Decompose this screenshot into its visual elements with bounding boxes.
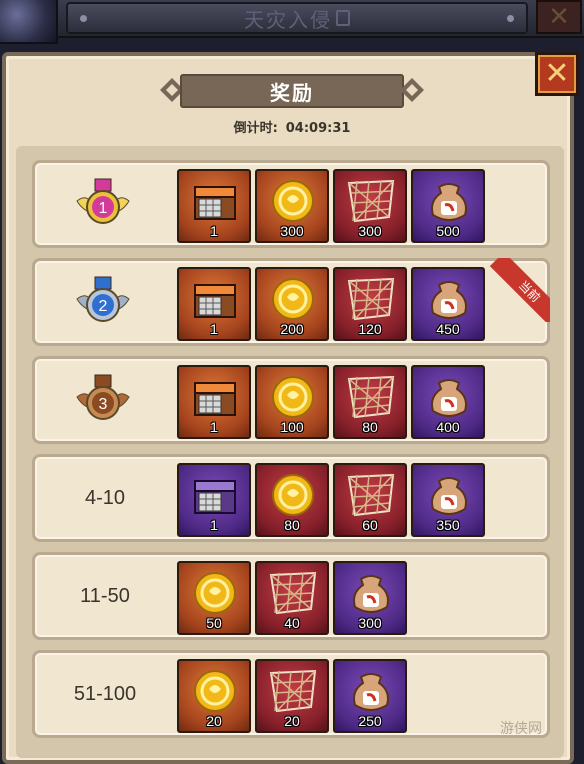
orange-chest-icon — [189, 275, 241, 323]
reward-quantity: 500 — [436, 223, 460, 239]
rivet-icon — [80, 15, 87, 22]
gold-coin-icon — [267, 471, 319, 519]
diamond-ornament-icon — [398, 76, 426, 104]
reward-quantity: 1 — [210, 321, 218, 337]
reward-item[interactable]: 50 — [177, 561, 251, 635]
reward-item[interactable]: 300 — [255, 169, 329, 243]
reward-item[interactable]: 500 — [411, 169, 485, 243]
rank-label: 11-50 — [80, 584, 130, 607]
pouch-icon — [423, 275, 475, 323]
pouch-icon — [423, 373, 475, 421]
rivet-icon — [507, 15, 514, 22]
gold-coin-icon — [189, 569, 241, 617]
medal-rank-number: 3 — [99, 396, 108, 413]
net-icon — [345, 177, 397, 225]
reward-quantity: 80 — [284, 517, 300, 533]
silver-medal-icon: 2 — [73, 273, 133, 333]
reward-quantity: 80 — [362, 419, 378, 435]
reward-item[interactable]: 80 — [255, 463, 329, 537]
reward-quantity: 100 — [280, 419, 304, 435]
reward-quantity: 450 — [436, 321, 460, 337]
reward-quantity: 40 — [284, 615, 300, 631]
reward-item[interactable]: 1 — [177, 267, 251, 341]
watermark: 游侠网 — [500, 721, 542, 737]
gold-coin-icon — [267, 373, 319, 421]
net-icon — [345, 275, 397, 323]
reward-row: 11-50 50 40 300 — [32, 552, 550, 640]
reward-quantity: 60 — [362, 517, 378, 533]
medal-rank-number: 1 — [99, 200, 108, 217]
reward-item[interactable]: 300 — [333, 169, 407, 243]
event-title-plate: 天灾入侵 — [66, 2, 528, 34]
current-rank-ribbon: 当前 — [486, 258, 550, 322]
reward-quantity: 1 — [210, 517, 218, 533]
reward-item[interactable]: 200 — [255, 267, 329, 341]
reward-item[interactable]: 1 — [177, 463, 251, 537]
reward-row: 2 1 200 120 450 当前 — [32, 258, 550, 346]
reward-item[interactable]: 1 — [177, 365, 251, 439]
dialog-title: 奖励 — [270, 80, 314, 105]
reward-quantity: 1 — [210, 419, 218, 435]
reward-quantity: 120 — [358, 321, 382, 337]
background-close-icon: ✕ — [536, 0, 582, 34]
reward-row: 4-10 1 80 60 350 — [32, 454, 550, 542]
reward-quantity: 50 — [206, 615, 222, 631]
reward-item[interactable]: 20 — [255, 659, 329, 733]
reward-item[interactable]: 100 — [255, 365, 329, 439]
net-icon — [267, 569, 319, 617]
reward-item[interactable]: 450 — [411, 267, 485, 341]
pouch-icon — [345, 569, 397, 617]
net-icon — [345, 471, 397, 519]
pouch-icon — [345, 667, 397, 715]
countdown-value: 04:09:31 — [285, 121, 351, 136]
bronze-medal-icon: 3 — [73, 371, 133, 431]
reward-item[interactable]: 350 — [411, 463, 485, 537]
reward-quantity: 1 — [210, 223, 218, 239]
reward-item[interactable]: 60 — [333, 463, 407, 537]
pouch-icon — [423, 177, 475, 225]
gold-medal-icon: 1 — [73, 175, 133, 235]
reward-item[interactable]: 1 — [177, 169, 251, 243]
dialog-title-banner: 奖励 — [180, 74, 404, 108]
reward-item[interactable]: 80 — [333, 365, 407, 439]
reward-item[interactable]: 300 — [333, 561, 407, 635]
reward-item[interactable]: 400 — [411, 365, 485, 439]
close-icon: ✕ — [544, 56, 570, 91]
event-title: 天灾入侵 — [244, 7, 332, 32]
medal-rank-number: 2 — [99, 298, 108, 315]
rank-label: 51-100 — [73, 682, 137, 705]
reward-item[interactable]: 40 — [255, 561, 329, 635]
reward-quantity: 20 — [206, 713, 222, 729]
reward-quantity: 300 — [358, 615, 382, 631]
reward-quantity: 20 — [284, 713, 300, 729]
avatar-icon[interactable] — [0, 0, 58, 44]
reward-quantity: 400 — [436, 419, 460, 435]
rank-label: 4-10 — [84, 486, 126, 509]
reward-quantity: 300 — [358, 223, 382, 239]
gold-coin-icon — [267, 177, 319, 225]
gold-coin-icon — [267, 275, 319, 323]
close-button[interactable]: ✕ — [535, 52, 579, 96]
reward-quantity: 200 — [280, 321, 304, 337]
reward-item[interactable]: 120 — [333, 267, 407, 341]
reward-quantity: 300 — [280, 223, 304, 239]
reward-row: 1 1 300 300 500 — [32, 160, 550, 248]
lock-icon[interactable] — [336, 10, 350, 26]
reward-quantity: 350 — [436, 517, 460, 533]
orange-chest-icon — [189, 373, 241, 421]
reward-item[interactable]: 250 — [333, 659, 407, 733]
reward-item[interactable]: 20 — [177, 659, 251, 733]
reward-row: 51-100 20 20 250 — [32, 650, 550, 738]
purple-chest-icon — [189, 471, 241, 519]
countdown-label: 倒计时: — [233, 121, 278, 136]
pouch-icon — [423, 471, 475, 519]
reward-row: 3 1 100 80 400 — [32, 356, 550, 444]
countdown: 倒计时: 04:09:31 — [0, 117, 584, 136]
reward-quantity: 250 — [358, 713, 382, 729]
net-icon — [267, 667, 319, 715]
net-icon — [345, 373, 397, 421]
current-rank-label: 当前 — [489, 258, 550, 322]
orange-chest-icon — [189, 177, 241, 225]
gold-coin-icon — [189, 667, 241, 715]
